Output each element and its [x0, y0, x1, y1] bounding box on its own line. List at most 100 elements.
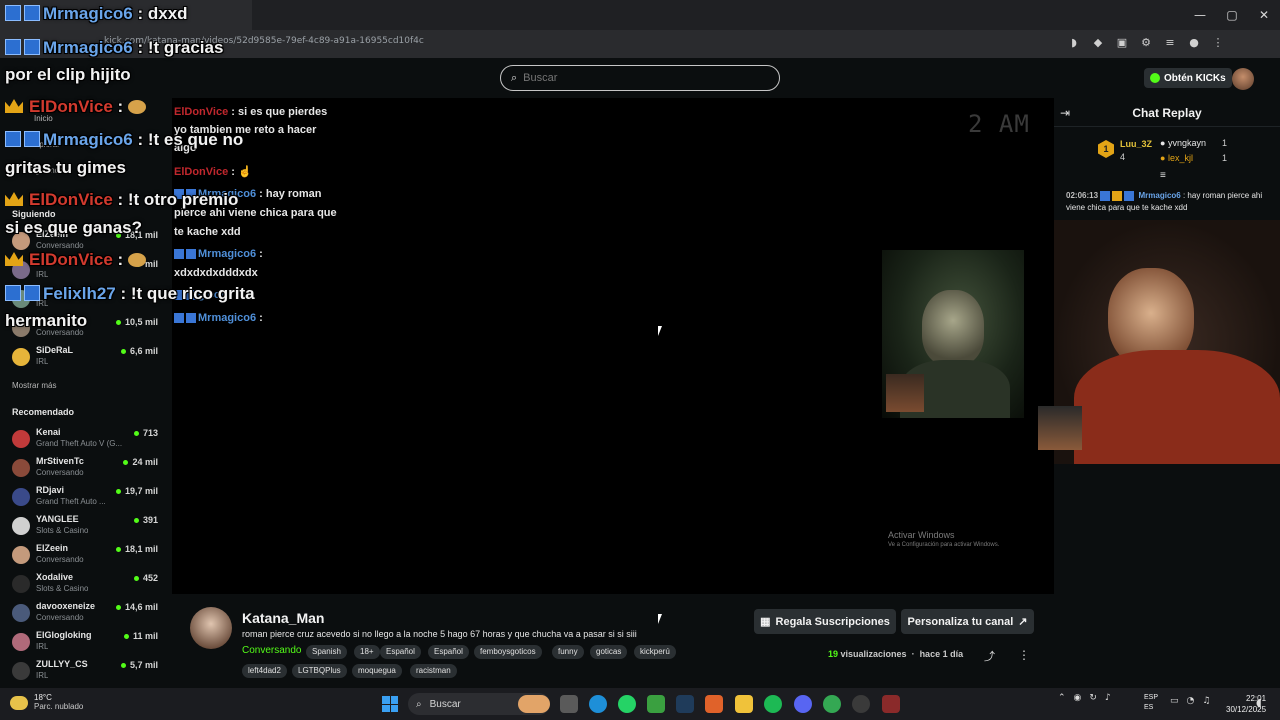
stream-category[interactable]: Conversando	[242, 645, 301, 656]
streamer-name[interactable]: Katana_Man	[242, 610, 324, 626]
maximize-icon[interactable]: ▢	[1216, 0, 1248, 30]
media-icon[interactable]: ≡	[1162, 33, 1178, 51]
sidebar-channel-item[interactable]: ElGlogloking IRL 11 mil	[12, 630, 162, 658]
message-user[interactable]: Mrmagico6	[1139, 191, 1181, 200]
stream-tag[interactable]: Español	[380, 645, 421, 659]
stream-tag[interactable]: funny	[552, 645, 584, 659]
minimize-icon[interactable]: —	[1184, 0, 1216, 30]
leaderboard-entry[interactable]: ● lex_kjl	[1160, 153, 1193, 163]
stream-tag[interactable]: Español	[428, 645, 469, 659]
notification-icon[interactable]: ◖	[1256, 696, 1262, 709]
crown-icon	[5, 99, 23, 113]
big-chat-line: Mrmagico6 : !t es que no	[5, 130, 243, 150]
extension-icon[interactable]: ◗	[1066, 33, 1082, 51]
stream-tag[interactable]: 18+	[354, 645, 380, 659]
channel-avatar	[12, 488, 30, 506]
task-view-icon[interactable]	[560, 695, 578, 713]
wifi-icon[interactable]: ◔	[1187, 696, 1195, 706]
minecraft-icon[interactable]	[647, 695, 665, 713]
stream-tag[interactable]: LGTBQPlus	[292, 664, 347, 678]
leaderboard-entry[interactable]: ● yvngkayn	[1160, 138, 1206, 148]
app-icon[interactable]	[882, 695, 900, 713]
user-avatar[interactable]	[1232, 68, 1254, 90]
whatsapp-icon[interactable]	[618, 695, 636, 713]
leaderboard-name[interactable]: Luu_3Z	[1120, 139, 1152, 149]
sidebar-channel-item[interactable]: ElZeein Conversando 18,1 mil	[12, 543, 162, 571]
gift-subs-button[interactable]: ▦ Regala Suscripciones	[754, 609, 896, 634]
weather-widget[interactable]: 18°C Parc. nublado	[10, 693, 83, 711]
viewer-count: 713	[134, 428, 158, 438]
badge-icon	[1124, 190, 1135, 201]
language-indicator[interactable]: ESP ES	[1144, 693, 1158, 713]
puzzle-icon[interactable]: ⚙	[1138, 33, 1154, 51]
app-icon[interactable]	[705, 695, 723, 713]
search-bar[interactable]: ⌕	[500, 65, 780, 91]
overlay-chat-line: xdxdxdxdddxdx	[174, 267, 258, 279]
volume-icon[interactable]: ♫	[1202, 696, 1210, 706]
big-chat-text: :	[112, 97, 124, 116]
gift-subs-label: Regala Suscripciones	[775, 615, 890, 628]
extension-icon[interactable]: ◆	[1090, 33, 1106, 51]
overlay-chat-line: Mrmagico6 :	[174, 312, 263, 324]
obs-icon[interactable]	[852, 695, 870, 713]
big-chat-line: hermanito	[5, 311, 87, 331]
streamer-avatar[interactable]	[190, 607, 232, 649]
stream-tag[interactable]: femboysgoticos	[474, 645, 542, 659]
overlay-chat-user: ElDonVice	[174, 166, 229, 178]
big-chat-line: gritas tu gimes	[5, 158, 126, 178]
stream-tag[interactable]: left4dad2	[242, 664, 287, 678]
stream-tag[interactable]: Spanish	[306, 645, 347, 659]
chrome-icon[interactable]	[823, 695, 841, 713]
tray-status: ▭ ◔ ♫	[1170, 696, 1210, 706]
stream-tag[interactable]: moquegua	[352, 664, 402, 678]
start-button[interactable]	[382, 696, 398, 712]
filter-icon[interactable]: ≡	[1160, 170, 1166, 181]
viewer-count: 11 mil	[124, 631, 158, 641]
person-body	[1074, 350, 1280, 464]
sidebar-channel-item[interactable]: Xodalive Slots & Casino 452	[12, 572, 162, 600]
show-more-link[interactable]: Mostrar más	[12, 381, 56, 390]
search-input[interactable]	[523, 72, 764, 84]
get-kicks-button[interactable]: Obtén KICKs	[1144, 68, 1232, 88]
channel-avatar	[12, 517, 30, 535]
sidebar-channel-item[interactable]: ZULLYY_CS IRL 5,7 mil	[12, 659, 162, 687]
chevron-up-icon[interactable]: ⌃	[1058, 693, 1066, 703]
viewer-count: 18,1 mil	[116, 544, 158, 554]
extension-icon[interactable]: ▣	[1114, 33, 1130, 51]
overlay-chat-text: : hay roman	[256, 188, 322, 200]
profile-icon[interactable]: ●	[1186, 33, 1202, 51]
medal-icon: ●	[1160, 138, 1166, 148]
discord-icon[interactable]	[794, 695, 812, 713]
overlay-chat-text: te kache xdd	[174, 226, 241, 238]
channel-category: Grand Theft Auto ...	[36, 497, 106, 506]
gift-icon: ▦	[760, 616, 771, 628]
edge-icon[interactable]	[589, 695, 607, 713]
stream-tag[interactable]: racistman	[410, 664, 457, 678]
menu-icon[interactable]: ⋮	[1210, 33, 1226, 51]
close-icon[interactable]: ✕	[1248, 0, 1280, 30]
big-chat-line: Felixlh27 : !t que rico grita	[5, 284, 255, 304]
channel-category: IRL	[36, 671, 49, 680]
sidebar-channel-item[interactable]: RDjavi Grand Theft Auto ... 19,7 mil	[12, 485, 162, 513]
sidebar-channel-item[interactable]: davooxeneize Conversando 14,6 mil	[12, 601, 162, 629]
viewer-count: 10,5 mil	[116, 317, 158, 327]
display-icon[interactable]: ▭	[1170, 696, 1179, 706]
sidebar-channel-item[interactable]: SiDeRaL IRL 6,6 mil	[12, 345, 162, 373]
stream-tag[interactable]: kickperú	[634, 645, 676, 659]
tray-app-icon[interactable]: ↻	[1089, 693, 1097, 703]
tray-app-icon[interactable]: ◉	[1074, 693, 1082, 703]
microphone-icon[interactable]: ♪	[1105, 693, 1111, 703]
share-icon[interactable]: ⤴	[984, 648, 995, 664]
stream-tag[interactable]: goticas	[590, 645, 628, 659]
leaderboard-name: yvngkayn	[1167, 138, 1206, 148]
sidebar-channel-item[interactable]: Kenai Grand Theft Auto V (G... 713	[12, 427, 162, 455]
channel-category: Conversando	[36, 468, 84, 477]
spotify-icon[interactable]	[764, 695, 782, 713]
sidebar-channel-item[interactable]: YANGLEE Slots & Casino 391	[12, 514, 162, 542]
steam-icon[interactable]	[676, 695, 694, 713]
sidebar-channel-item[interactable]: MrStivenTc Conversando 24 mil	[12, 456, 162, 484]
customize-channel-button[interactable]: Personaliza tu canal ↗	[901, 609, 1034, 634]
channel-name: Kenai	[36, 427, 61, 437]
more-options-icon[interactable]: ⋮	[1018, 648, 1030, 662]
file-explorer-icon[interactable]	[735, 695, 753, 713]
